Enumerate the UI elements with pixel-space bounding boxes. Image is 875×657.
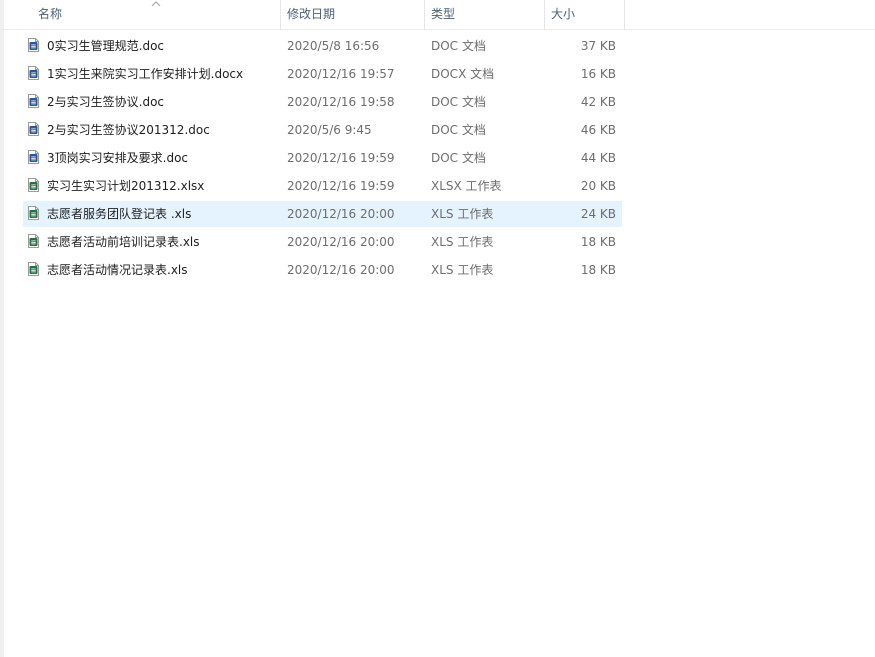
file-name: 1实习生来院实习工作安排计划.docx — [47, 67, 244, 81]
file-type: XLS 工作表 — [431, 263, 494, 277]
column-divider[interactable] — [280, 0, 281, 29]
file-size: 16 KB — [580, 67, 616, 81]
file-type: DOC 文档 — [431, 151, 486, 165]
svg-text:≡: ≡ — [31, 99, 37, 107]
file-modified-date: 2020/5/8 16:56 — [287, 39, 380, 53]
column-header-modified[interactable]: 修改日期 — [287, 0, 335, 29]
file-row[interactable]: ≡ 志愿者活动前培训记录表.xls 2020/12/16 20:00 XLS 工作表 1… — [23, 229, 622, 255]
file-name: 志愿者活动前培训记录表.xls — [47, 235, 200, 249]
file-row[interactable]: ≡ 0实习生管理规范.doc 2020/5/8 16:56 DOC 文档 37 KB — [23, 33, 622, 59]
file-modified-date: 2020/5/6 9:45 — [287, 123, 372, 137]
file-modified-date: 2020/12/16 19:57 — [287, 67, 395, 81]
file-modified-date: 2020/12/16 19:58 — [287, 95, 395, 109]
file-type: DOCX 文档 — [431, 67, 495, 81]
excel-xls-icon: ≡ — [28, 206, 39, 220]
file-modified-date: 2020/12/16 20:00 — [287, 235, 395, 249]
word-doc-icon: ≡ — [28, 122, 39, 136]
file-modified-date: 2020/12/16 19:59 — [287, 151, 395, 165]
excel-xls-icon: ≡ — [28, 262, 39, 276]
file-row[interactable]: ≡ 3顶岗实习安排及要求.doc 2020/12/16 19:59 DOC 文档 44 … — [23, 145, 622, 171]
file-size: 42 KB — [580, 95, 616, 109]
file-row[interactable]: ≡ 1实习生来院实习工作安排计划.docx 2020/12/16 19:57 DOCX… — [23, 61, 622, 87]
file-size: 20 KB — [580, 179, 616, 193]
file-row[interactable]: ≡ 2与实习生签协议.doc 2020/12/16 19:58 DOC 文档 42 KB — [23, 89, 622, 115]
file-type: DOC 文档 — [431, 95, 486, 109]
column-divider[interactable] — [424, 0, 425, 29]
file-row[interactable]: ≡ 志愿者服务团队登记表 .xls 2020/12/16 20:00 XLS 工作表 2… — [23, 201, 622, 227]
column-header-name[interactable]: 名称 — [38, 0, 62, 29]
file-name: 0实习生管理规范.doc — [47, 39, 165, 53]
file-type: DOC 文档 — [431, 39, 486, 53]
file-type: XLS 工作表 — [431, 207, 494, 221]
column-divider[interactable] — [624, 0, 625, 29]
word-doc-icon: ≡ — [28, 94, 39, 108]
file-name: 志愿者活动情况记录表.xls — [47, 263, 188, 277]
word-docx-icon: ≡ — [28, 66, 39, 80]
svg-text:≡: ≡ — [31, 211, 37, 219]
file-name: 志愿者服务团队登记表 .xls — [47, 207, 192, 221]
file-row[interactable]: ≡ 实习生实习计划201312.xlsx 2020/12/16 19:59 XLSX … — [23, 173, 622, 199]
file-name: 3顶岗实习安排及要求.doc — [47, 151, 189, 165]
file-size: 18 KB — [580, 235, 616, 249]
svg-text:≡: ≡ — [31, 155, 37, 163]
svg-text:≡: ≡ — [31, 267, 37, 275]
file-size: 46 KB — [580, 123, 616, 137]
file-type: XLS 工作表 — [431, 235, 494, 249]
svg-text:≡: ≡ — [31, 71, 37, 79]
file-row[interactable]: ≡ 志愿者活动情况记录表.xls 2020/12/16 20:00 XLS 工作表 18… — [23, 257, 622, 283]
file-name: 实习生实习计划201312.xlsx — [47, 179, 205, 193]
file-type: XLSX 工作表 — [431, 179, 502, 193]
file-name: 2与实习生签协议.doc — [47, 95, 165, 109]
column-divider[interactable] — [544, 0, 545, 29]
file-size: 24 KB — [580, 207, 616, 221]
word-doc-icon: ≡ — [28, 38, 39, 52]
svg-text:≡: ≡ — [31, 43, 37, 51]
column-header: 名称 修改日期 类型 大小 — [0, 0, 875, 30]
file-modified-date: 2020/12/16 20:00 — [287, 207, 395, 221]
excel-xls-icon: ≡ — [28, 234, 39, 248]
file-row[interactable]: ≡ 2与实习生签协议201312.doc 2020/5/6 9:45 DOC 文档 46… — [23, 117, 622, 143]
svg-text:≡: ≡ — [31, 239, 37, 247]
word-doc-icon: ≡ — [28, 150, 39, 164]
svg-text:≡: ≡ — [31, 127, 37, 135]
column-header-type[interactable]: 类型 — [431, 0, 455, 29]
svg-text:≡: ≡ — [31, 183, 37, 191]
file-name: 2与实习生签协议201312.doc — [47, 123, 210, 137]
sort-up-icon — [151, 1, 161, 7]
file-modified-date: 2020/12/16 20:00 — [287, 263, 395, 277]
file-size: 18 KB — [580, 263, 616, 277]
file-modified-date: 2020/12/16 19:59 — [287, 179, 395, 193]
excel-xlsx-icon: ≡ — [28, 178, 39, 192]
navigation-pane-edge — [0, 0, 4, 657]
file-type: DOC 文档 — [431, 123, 486, 137]
file-size: 44 KB — [580, 151, 616, 165]
file-size: 37 KB — [580, 39, 616, 53]
column-header-size[interactable]: 大小 — [551, 0, 575, 29]
